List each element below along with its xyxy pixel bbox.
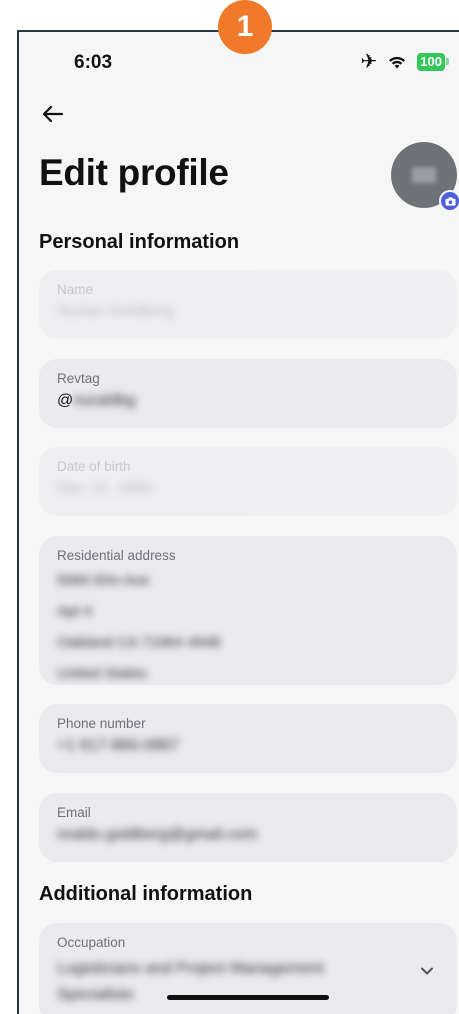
email-label: Email (57, 805, 91, 820)
residential-address-label: Residential address (57, 548, 176, 563)
battery-icon: 100 (417, 53, 449, 71)
email-field[interactable]: Email nraldo.goldberg@gmail.com (39, 793, 457, 862)
name-label: Name (57, 282, 94, 297)
wifi-icon (389, 56, 406, 69)
name-field: Name Nurlan Goldberg (39, 270, 457, 339)
status-time: 6:03 (74, 52, 113, 73)
address-line: United States (57, 665, 148, 682)
phone-number-value: +1 617-860-0867 (57, 737, 180, 754)
date-of-birth-field: Date of birth Dec 10, 1990 (39, 447, 457, 516)
avatar-initials (412, 167, 436, 183)
section-title-additional: Additional information (39, 883, 253, 905)
revtag-field[interactable]: Revtag @nuraldbg (39, 359, 457, 428)
occupation-select[interactable]: Occupation Logisticians and Project Mana… (39, 923, 457, 1014)
revtag-value: nuraldbg (73, 392, 136, 409)
arrow-left-icon (42, 105, 64, 123)
annotation-badge: 1 (218, 0, 272, 54)
change-photo-button[interactable] (439, 190, 459, 212)
address-line: 5060 Elm Ave (57, 572, 150, 589)
page-title: Edit profile (39, 152, 229, 193)
date-of-birth-value: Dec 10, 1990 (57, 480, 153, 497)
chevron-down-icon (421, 967, 433, 975)
occupation-label: Occupation (57, 935, 126, 950)
date-of-birth-label: Date of birth (57, 459, 131, 474)
status-icons: ✈ 100 (360, 51, 449, 73)
email-value: nraldo.goldberg@gmail.com (57, 826, 258, 843)
name-value: Nurlan Goldberg (57, 303, 175, 320)
phone-number-field[interactable]: Phone number +1 617-860-0867 (39, 704, 457, 773)
airplane-mode-icon: ✈ (360, 51, 378, 73)
section-title-personal: Personal information (39, 231, 240, 253)
phone-screen: 6:03 ✈ 100 Edit profile Personal informa… (17, 30, 459, 1014)
camera-icon (445, 196, 455, 206)
address-line: Oakland CA 71964 4948 (57, 634, 221, 651)
phone-number-label: Phone number (57, 716, 146, 731)
back-button[interactable] (39, 100, 67, 128)
revtag-value-row: @nuraldbg (57, 392, 439, 410)
address-line: Apt 4 (57, 603, 93, 620)
home-indicator (167, 995, 329, 1000)
residential-address-field[interactable]: Residential address 5060 Elm Ave Apt 4 O… (39, 536, 457, 685)
revtag-label: Revtag (57, 371, 100, 386)
occupation-value: Logisticians and Project Management (57, 960, 324, 977)
revtag-prefix: @ (57, 392, 74, 409)
